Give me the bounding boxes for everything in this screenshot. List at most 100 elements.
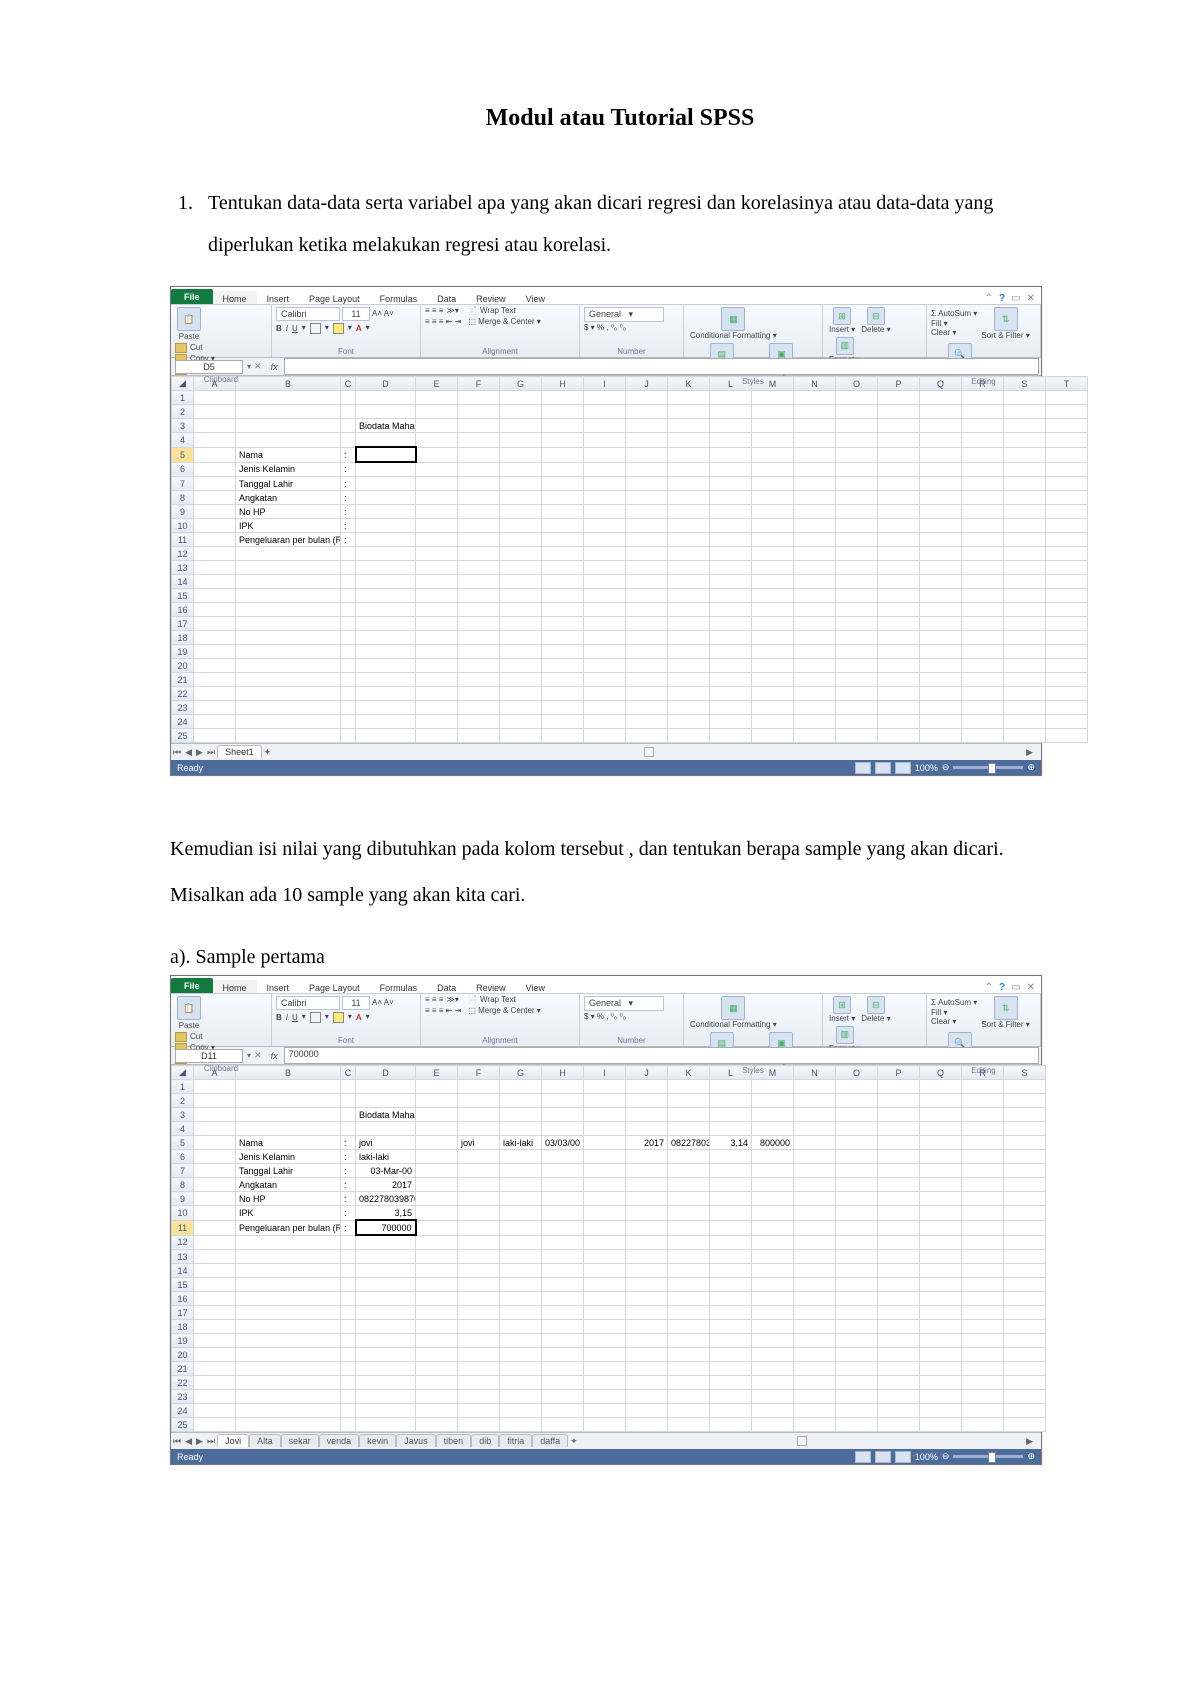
cell-I9[interactable] xyxy=(584,505,626,519)
col-header-E[interactable]: E xyxy=(416,1066,458,1080)
cell-D24[interactable] xyxy=(356,1404,416,1418)
cell-P12[interactable] xyxy=(878,547,920,561)
cell-H5[interactable] xyxy=(542,447,584,462)
cell-E9[interactable] xyxy=(416,1192,458,1206)
cell-T24[interactable] xyxy=(1046,715,1088,729)
cell-O25[interactable] xyxy=(836,729,878,743)
cell-Q12[interactable] xyxy=(920,547,962,561)
cell-K2[interactable] xyxy=(668,1094,710,1108)
cell-J22[interactable] xyxy=(626,1376,668,1390)
cell-Q19[interactable] xyxy=(920,1334,962,1348)
cell-K17[interactable] xyxy=(668,1306,710,1320)
cell-K16[interactable] xyxy=(668,1292,710,1306)
cell-D12[interactable] xyxy=(356,547,416,561)
help-icon[interactable]: ? xyxy=(999,982,1005,993)
cell-R13[interactable] xyxy=(962,1250,1004,1264)
cell-E7[interactable] xyxy=(416,477,458,491)
cell-Q23[interactable] xyxy=(920,701,962,715)
cell-R25[interactable] xyxy=(962,1418,1004,1432)
cell-S25[interactable] xyxy=(1004,1418,1046,1432)
cell-P15[interactable] xyxy=(878,589,920,603)
cell-T1[interactable] xyxy=(1046,391,1088,405)
spreadsheet-grid[interactable]: ◢ABCDEFGHIJKLMNOPQRS123Biodata Mahasiswa… xyxy=(171,1065,1046,1432)
cell-R24[interactable] xyxy=(962,1404,1004,1418)
cell-D19[interactable] xyxy=(356,645,416,659)
cell-M16[interactable] xyxy=(752,603,794,617)
cell-F1[interactable] xyxy=(458,391,500,405)
cell-L23[interactable] xyxy=(710,701,752,715)
cell-M11[interactable] xyxy=(752,1220,794,1235)
cell-H6[interactable] xyxy=(542,1150,584,1164)
cell-K2[interactable] xyxy=(668,405,710,419)
tab-insert[interactable]: Insert xyxy=(257,980,300,993)
cell-M18[interactable] xyxy=(752,631,794,645)
cell-A3[interactable] xyxy=(194,419,236,433)
cell-H8[interactable] xyxy=(542,1178,584,1192)
close-icon[interactable]: ✕ xyxy=(1027,293,1035,304)
cell-J12[interactable] xyxy=(626,547,668,561)
cell-M12[interactable] xyxy=(752,1235,794,1250)
cell-Q17[interactable] xyxy=(920,617,962,631)
cell-D20[interactable] xyxy=(356,659,416,673)
cell-B9[interactable]: No HP xyxy=(236,1192,341,1206)
cell-E11[interactable] xyxy=(416,1220,458,1235)
cell-G13[interactable] xyxy=(500,561,542,575)
cell-P1[interactable] xyxy=(878,1080,920,1094)
cell-G22[interactable] xyxy=(500,1376,542,1390)
view-layout-icon[interactable] xyxy=(875,762,891,774)
tab-page layout[interactable]: Page Layout xyxy=(299,980,370,993)
cell-Q16[interactable] xyxy=(920,603,962,617)
cell-R4[interactable] xyxy=(962,1122,1004,1136)
cell-N12[interactable] xyxy=(794,547,836,561)
cell-P19[interactable] xyxy=(878,645,920,659)
cell-R16[interactable] xyxy=(962,603,1004,617)
cell-O18[interactable] xyxy=(836,1320,878,1334)
cell-G20[interactable] xyxy=(500,659,542,673)
cell-T11[interactable] xyxy=(1046,533,1088,547)
cell-C23[interactable] xyxy=(341,701,356,715)
cell-A8[interactable] xyxy=(194,1178,236,1192)
cell-L2[interactable] xyxy=(710,1094,752,1108)
cell-L22[interactable] xyxy=(710,1376,752,1390)
cell-H1[interactable] xyxy=(542,391,584,405)
tab-data[interactable]: Data xyxy=(427,980,466,993)
cell-B21[interactable] xyxy=(236,1362,341,1376)
merge-center-button[interactable]: ⬚ Merge & Center ▾ xyxy=(468,1007,541,1016)
cell-J1[interactable] xyxy=(626,391,668,405)
cell-T16[interactable] xyxy=(1046,603,1088,617)
border-button[interactable] xyxy=(310,323,321,334)
cell-B12[interactable] xyxy=(236,1235,341,1250)
cell-M8[interactable] xyxy=(752,491,794,505)
sheet-tab-sekar[interactable]: sekar xyxy=(281,1434,319,1447)
cell-Q25[interactable] xyxy=(920,729,962,743)
cell-T15[interactable] xyxy=(1046,589,1088,603)
cell-B4[interactable] xyxy=(236,433,341,448)
cell-A25[interactable] xyxy=(194,1418,236,1432)
cell-T25[interactable] xyxy=(1046,729,1088,743)
cell-N9[interactable] xyxy=(794,1192,836,1206)
cell-N7[interactable] xyxy=(794,1164,836,1178)
cell-N16[interactable] xyxy=(794,1292,836,1306)
cell-Q10[interactable] xyxy=(920,519,962,533)
cell-R21[interactable] xyxy=(962,1362,1004,1376)
cell-F22[interactable] xyxy=(458,687,500,701)
cell-C7[interactable]: : xyxy=(341,477,356,491)
cell-R17[interactable] xyxy=(962,617,1004,631)
cell-B20[interactable] xyxy=(236,1348,341,1362)
cell-A17[interactable] xyxy=(194,617,236,631)
cell-C18[interactable] xyxy=(341,1320,356,1334)
cell-H10[interactable] xyxy=(542,519,584,533)
cell-G18[interactable] xyxy=(500,1320,542,1334)
cell-D7[interactable] xyxy=(356,477,416,491)
cell-O21[interactable] xyxy=(836,1362,878,1376)
row-header-21[interactable]: 21 xyxy=(172,1362,194,1376)
cell-Q20[interactable] xyxy=(920,1348,962,1362)
cell-Q12[interactable] xyxy=(920,1235,962,1250)
cell-K6[interactable] xyxy=(668,1150,710,1164)
cell-D7[interactable]: 03-Mar-00 xyxy=(356,1164,416,1178)
cell-L3[interactable] xyxy=(710,419,752,433)
sheet-nav-last[interactable]: ⏭ xyxy=(205,1436,217,1447)
cell-Q8[interactable] xyxy=(920,1178,962,1192)
cell-R18[interactable] xyxy=(962,1320,1004,1334)
cell-J4[interactable] xyxy=(626,1122,668,1136)
